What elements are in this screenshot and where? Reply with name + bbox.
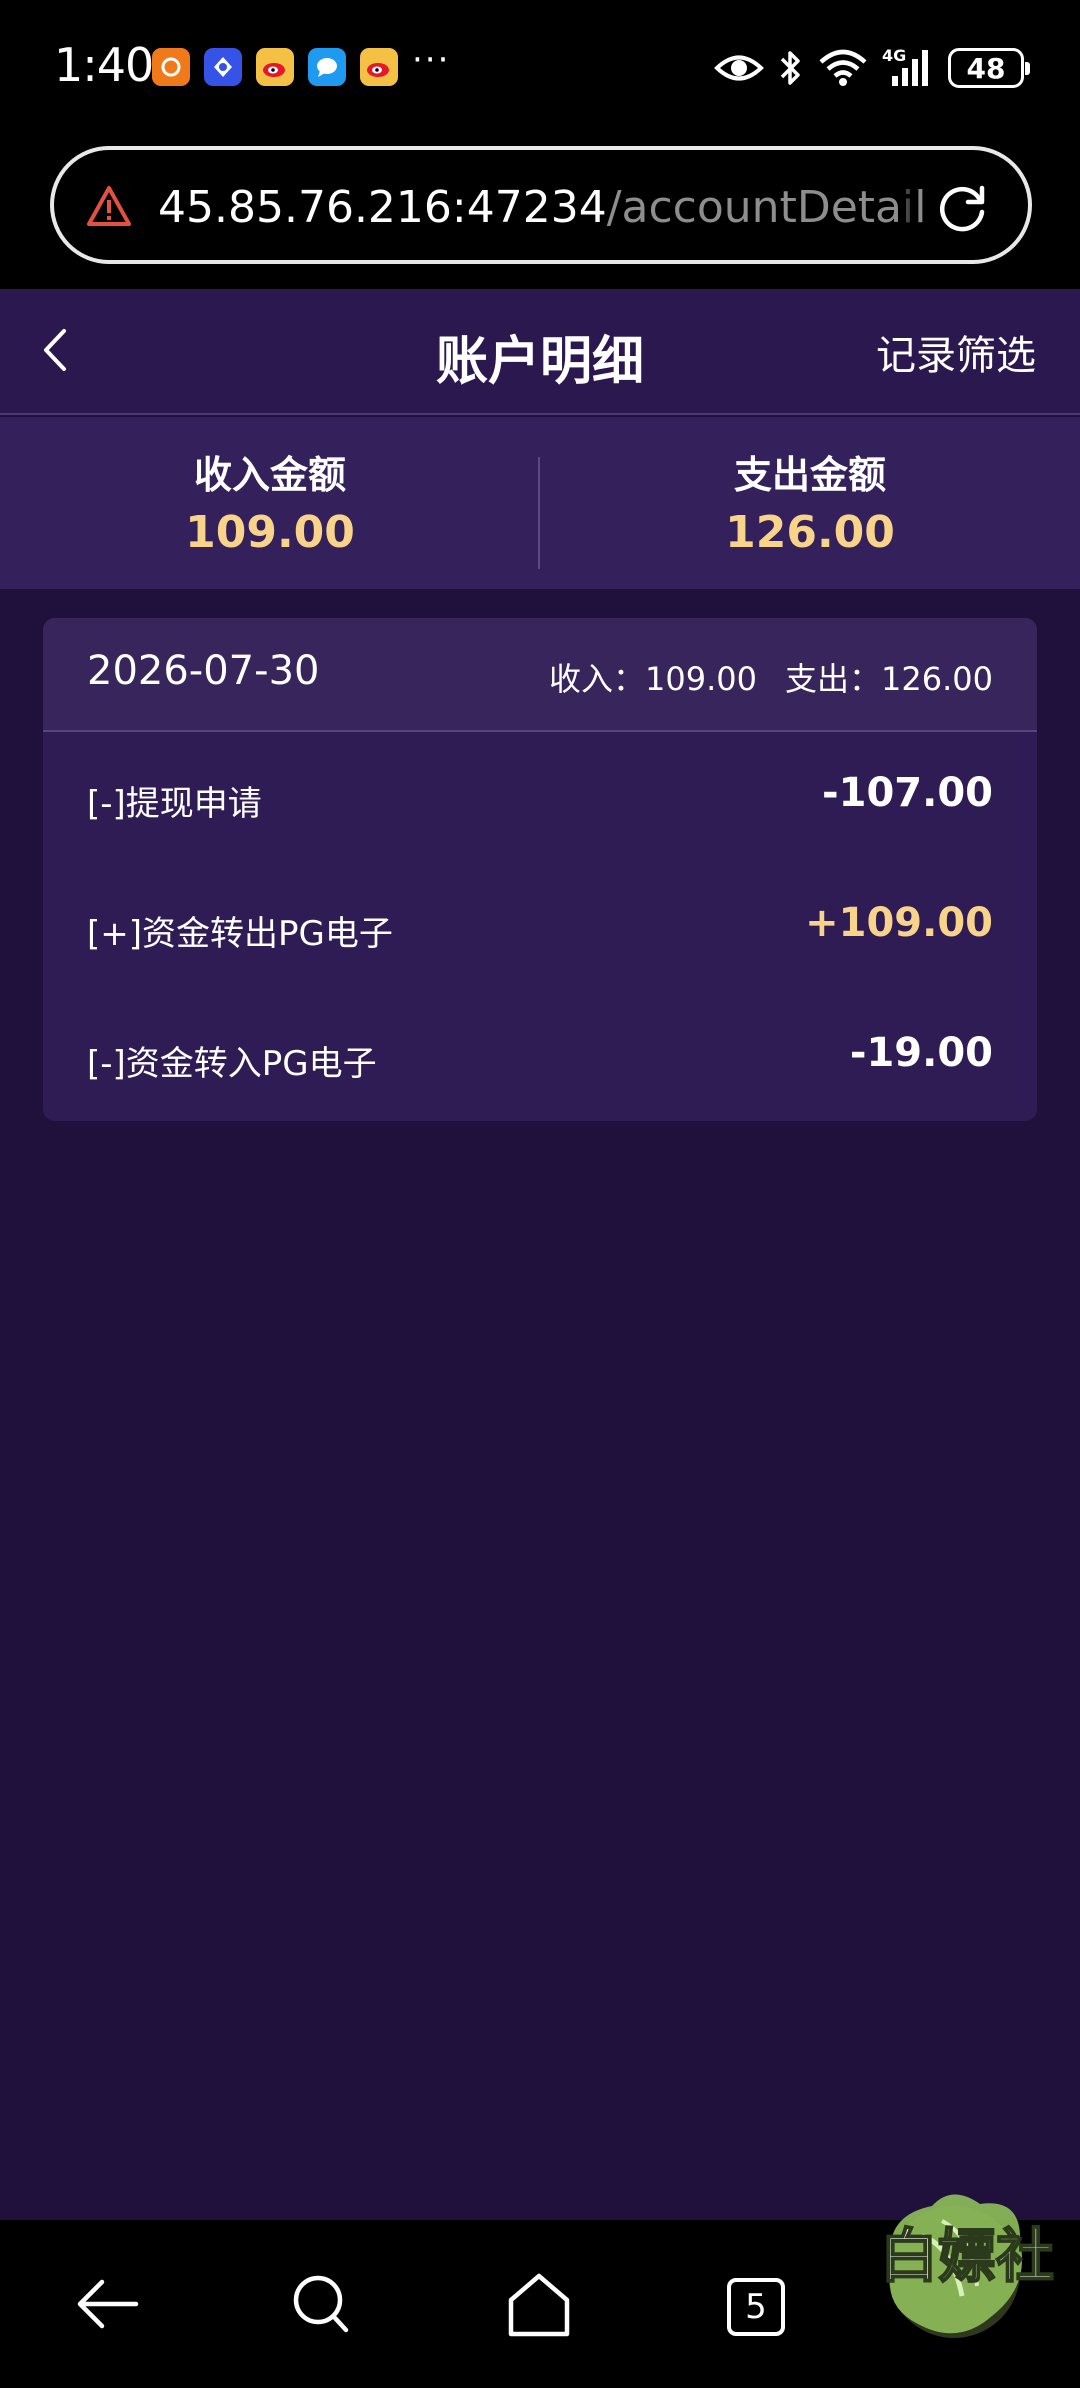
record-card-header: 2026-07-30 收入：109.00 支出：126.00 — [43, 618, 1037, 732]
income-summary: 收入金额 109.00 — [0, 453, 540, 565]
record-description: [-]提现申请 — [87, 784, 262, 824]
expense-value: 126.00 — [725, 507, 895, 558]
income-label: 收入金额 — [193, 453, 346, 497]
page-header: 账户明细 记录筛选 — [0, 289, 1080, 415]
url-path: /accountDetail — [606, 182, 927, 233]
expense-label: 支出金额 — [733, 453, 886, 497]
daily-expense-label: 支出： — [785, 660, 882, 698]
expense-summary: 支出金额 126.00 — [540, 453, 1080, 565]
daily-expense-value: 126.00 — [881, 660, 993, 698]
daily-record-card: 2026-07-30 收入：109.00 支出：126.00 [-]提现申请 -… — [43, 618, 1037, 1121]
eye-icon — [714, 55, 764, 81]
record-amount: -107.00 — [822, 770, 993, 816]
browser-toolbar: 45.85.76.216:47234/accountDetail — [0, 136, 1080, 289]
signal-4g-icon: 4G — [882, 46, 934, 88]
record-amount: +109.00 — [805, 900, 993, 946]
more-notifications-icon: ··· — [412, 40, 451, 80]
record-row[interactable]: [-]资金转入PG电子 -19.00 — [43, 992, 1037, 1121]
bluetooth-icon — [780, 51, 800, 85]
app-icon-blue — [204, 48, 242, 86]
daily-income-label: 收入： — [549, 660, 646, 698]
record-amount: -19.00 — [849, 1030, 993, 1076]
back-icon[interactable] — [72, 2268, 144, 2340]
income-value: 109.00 — [185, 507, 355, 558]
record-row[interactable]: [-]提现申请 -107.00 — [43, 732, 1037, 862]
wifi-icon — [819, 49, 867, 86]
url-fade — [898, 170, 918, 240]
status-time: 1:40 — [54, 38, 154, 92]
tabs-button[interactable]: 5 — [727, 2278, 785, 2336]
record-row[interactable]: [+]资金转出PG电子 +109.00 — [43, 862, 1037, 992]
record-filter-button[interactable]: 记录筛选 — [876, 323, 1036, 381]
url-host: 45.85.76.216:47234 — [158, 182, 607, 233]
home-icon[interactable] — [503, 2268, 575, 2340]
url-text[interactable]: 45.85.76.216:47234/accountDetail — [158, 178, 948, 238]
weibo-icon — [360, 48, 398, 86]
daily-totals: 收入：109.00 支出：126.00 — [549, 654, 993, 700]
status-bar: 1:40 ··· 4G 48 — [0, 0, 1080, 136]
warning-icon[interactable] — [86, 185, 132, 227]
address-bar[interactable]: 45.85.76.216:47234/accountDetail — [50, 146, 1032, 264]
record-description: [-]资金转入PG电子 — [87, 1044, 377, 1084]
battery-indicator: 48 — [948, 48, 1030, 88]
amount-summary: 收入金额 109.00 支出金额 126.00 — [0, 417, 1080, 589]
app-icon-orange — [152, 48, 190, 86]
daily-expense: 支出：126.00 — [785, 654, 993, 700]
watermark-logo: 白嫖社 — [862, 2176, 1072, 2346]
daily-income-value: 109.00 — [645, 660, 758, 698]
weibo-icon — [256, 48, 294, 86]
watermark-text: 白嫖社 — [880, 2222, 1054, 2290]
watermark-graphic: 白嫖社 — [879, 2194, 1055, 2338]
daily-income: 收入：109.00 — [549, 654, 757, 700]
record-description: [+]资金转出PG电子 — [87, 914, 393, 954]
record-date: 2026-07-30 — [87, 648, 320, 694]
search-icon[interactable] — [286, 2268, 358, 2340]
status-indicators: 4G 48 — [714, 44, 1030, 92]
reload-icon[interactable] — [932, 178, 992, 238]
message-icon — [308, 48, 346, 86]
